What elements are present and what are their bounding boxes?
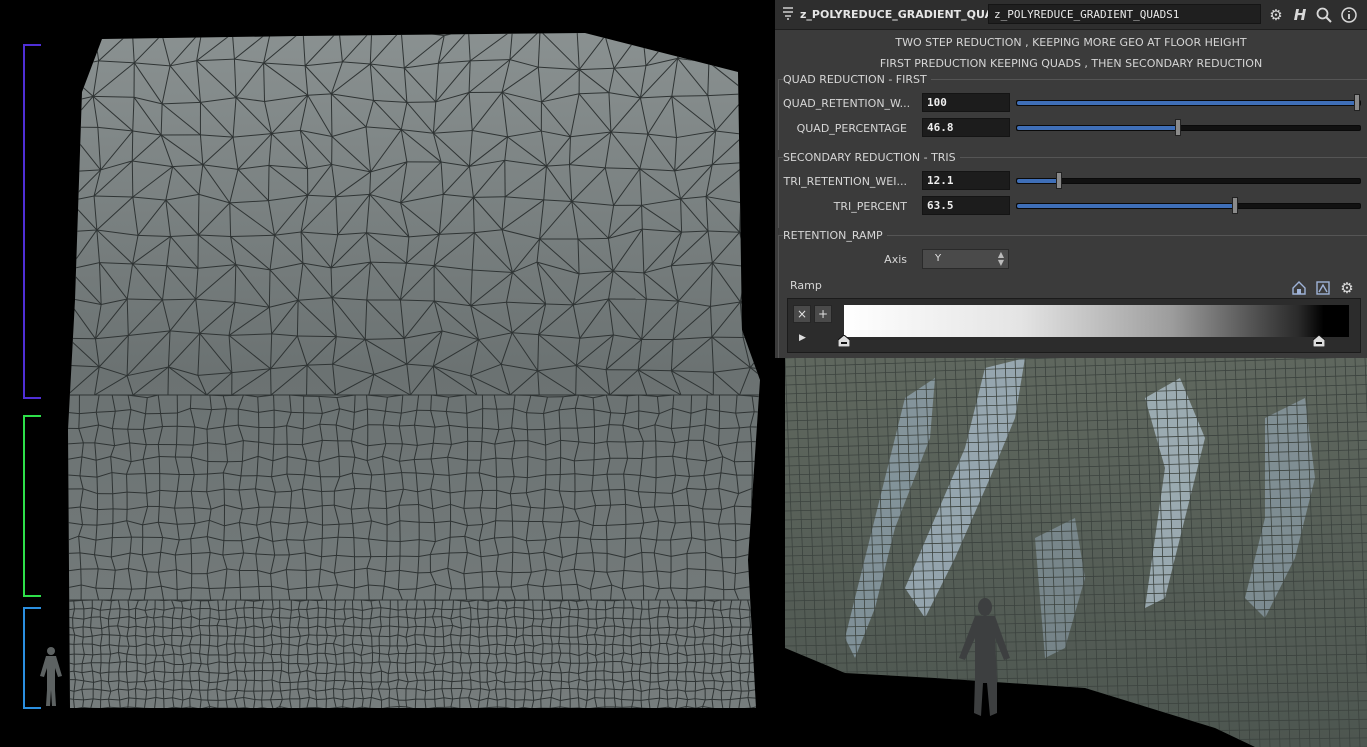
param-field-quad-retention[interactable]: 100	[922, 93, 1010, 112]
node-type-label: z_POLYREDUCE_GRADIENT_QUADS	[800, 8, 1011, 21]
ramp-preset-icon[interactable]	[1291, 280, 1307, 296]
slider-tri-retention[interactable]	[1016, 172, 1361, 189]
param-label-tri-percent: TRI_PERCENT	[833, 200, 907, 213]
ramp-add-key-button[interactable]: +	[814, 305, 832, 323]
param-field-quad-percentage[interactable]: 46.8	[922, 118, 1010, 137]
ramp-label: Ramp	[790, 279, 822, 292]
axis-select-value: Y	[935, 253, 942, 264]
ramp-expand-arrow-icon[interactable]: ▶	[799, 333, 806, 343]
param-field-tri-percent[interactable]: 63.5	[922, 196, 1010, 215]
ramp-display-icon[interactable]	[1315, 280, 1331, 296]
folder-quad-reduction	[778, 79, 1367, 150]
param-label-quad-retention: QUAD_RETENTION_W...	[783, 97, 911, 110]
slider-fill	[1017, 179, 1059, 183]
ramp-remove-key-button[interactable]: ×	[793, 305, 811, 323]
node-name-field[interactable]: z_POLYREDUCE_GRADIENT_QUADS1	[988, 4, 1261, 24]
human-scale-figure	[40, 647, 62, 706]
viewport-right[interactable]	[785, 358, 1367, 747]
folder-label-tris: SECONDARY REDUCTION - TRIS	[783, 151, 960, 164]
folder-label-ramp: RETENTION_RAMP	[783, 229, 887, 242]
folder-secondary-reduction	[778, 157, 1367, 228]
slider-tri-percent[interactable]	[1016, 197, 1361, 214]
info-icon[interactable]	[1340, 6, 1358, 24]
slider-handle[interactable]	[1174, 119, 1181, 136]
slider-fill	[1017, 101, 1360, 105]
parameter-titlebar: z_POLYREDUCE_GRADIENT_QUADS z_POLYREDUCE…	[775, 0, 1367, 30]
folder-label-quad: QUAD REDUCTION - FIRST	[783, 73, 931, 86]
slider-handle[interactable]	[1231, 197, 1238, 214]
node-type-icon[interactable]	[781, 6, 795, 22]
left-viewport-canvas	[23, 33, 760, 709]
description-line-1: TWO STEP REDUCTION , KEEPING MORE GEO AT…	[895, 36, 1247, 49]
houdini-help-icon[interactable]: H	[1291, 6, 1309, 24]
slider-handle[interactable]	[1055, 172, 1062, 189]
ramp-key-marker[interactable]	[1312, 335, 1325, 347]
axis-select[interactable]: Y ▲ ▼	[922, 249, 1009, 269]
param-label-quad-percentage: QUAD_PERCENTAGE	[796, 122, 907, 135]
ramp-gear-icon[interactable]: ⚙	[1339, 280, 1355, 296]
slider-quad-retention[interactable]	[1016, 94, 1361, 111]
slider-handle[interactable]	[1354, 94, 1360, 111]
param-field-tri-retention[interactable]: 12.1	[922, 171, 1010, 190]
description-line-2: FIRST PREDUCTION KEEPING QUADS , THEN SE…	[879, 57, 1263, 70]
parameter-panel: z_POLYREDUCE_GRADIENT_QUADS z_POLYREDUCE…	[775, 0, 1367, 358]
viewport-left[interactable]	[0, 0, 775, 747]
slider-fill	[1017, 126, 1178, 130]
search-icon[interactable]	[1315, 6, 1333, 24]
ramp-gradient[interactable]	[844, 305, 1349, 337]
ramp-key-marker[interactable]	[838, 335, 850, 347]
gear-icon[interactable]: ⚙	[1267, 6, 1285, 24]
bracket-top	[23, 44, 41, 399]
param-label-tri-retention: TRI_RETENTION_WEI...	[783, 175, 907, 188]
bracket-mid	[23, 415, 41, 597]
slider-quad-percentage[interactable]	[1016, 119, 1361, 136]
right-viewport-canvas	[785, 358, 1367, 747]
param-label-axis: Axis	[884, 253, 907, 266]
bracket-low	[23, 607, 41, 709]
slider-fill	[1017, 204, 1235, 208]
select-arrows-icon: ▲ ▼	[997, 250, 1004, 267]
